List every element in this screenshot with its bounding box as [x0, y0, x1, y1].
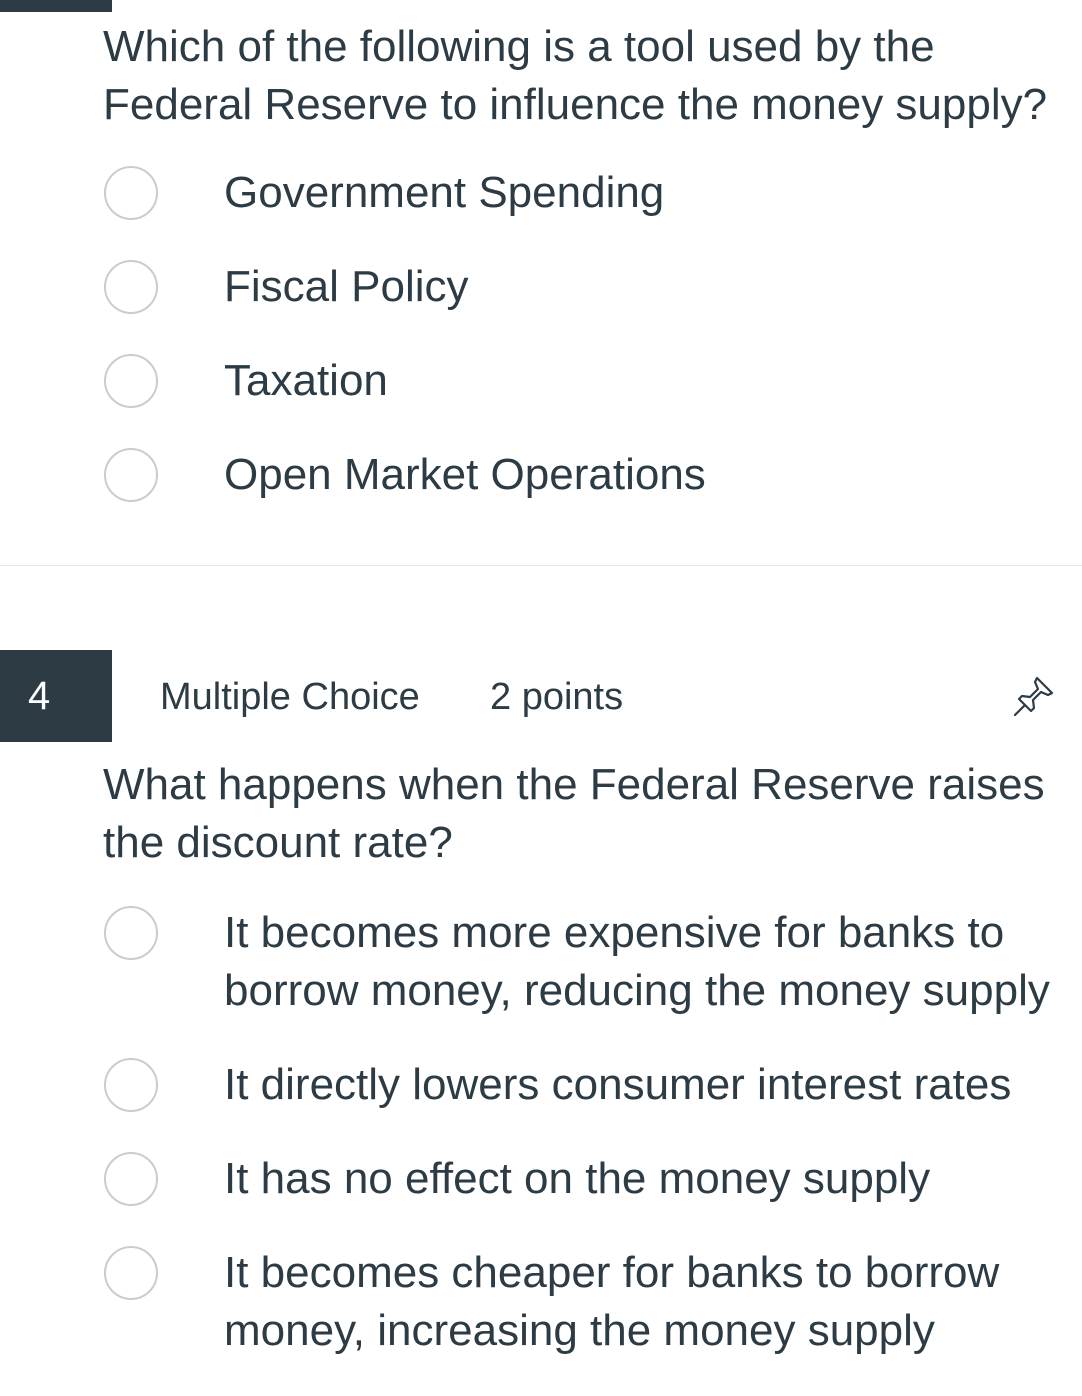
question-text: Which of the following is a tool used by… — [103, 22, 1048, 129]
question-type: Multiple Choice — [160, 676, 420, 718]
question-header: 4 Multiple Choice 2 points — [0, 650, 1082, 742]
answer-option[interactable]: Fiscal Policy — [0, 258, 1082, 316]
answer-label: Government Spending — [224, 168, 665, 217]
radio-button[interactable] — [104, 260, 158, 314]
radio-button[interactable] — [104, 1246, 158, 1300]
answer-label: It has no effect on the money supply — [224, 1154, 931, 1203]
question-points: 2 points — [490, 676, 624, 718]
answer-list: Government Spending Fiscal Policy Taxati… — [0, 164, 1082, 504]
answer-option[interactable]: Open Market Operations — [0, 446, 1082, 504]
question-3: Which of the following is a tool used by… — [0, 18, 1082, 540]
answer-option[interactable]: Taxation — [0, 352, 1082, 410]
previous-question-number-badge — [0, 0, 112, 12]
radio-button[interactable] — [104, 1058, 158, 1112]
answer-option[interactable]: Government Spending — [0, 164, 1082, 222]
answer-list: It becomes more expensive for banks to b… — [0, 904, 1082, 1360]
radio-button[interactable] — [104, 448, 158, 502]
pin-icon[interactable] — [1010, 674, 1056, 720]
question-text: What happens when the Federal Reserve ra… — [103, 760, 1045, 867]
answer-label: Taxation — [224, 356, 388, 405]
answer-option[interactable]: It has no effect on the money supply — [0, 1150, 1082, 1208]
answer-option[interactable]: It becomes more expensive for banks to b… — [0, 904, 1082, 1020]
radio-button[interactable] — [104, 906, 158, 960]
question-divider — [0, 565, 1082, 566]
answer-label: Fiscal Policy — [224, 262, 469, 311]
answer-label: It directly lowers consumer interest rat… — [224, 1060, 1012, 1109]
answer-label: It becomes cheaper for banks to borrow m… — [224, 1248, 1000, 1355]
radio-button[interactable] — [104, 354, 158, 408]
question-number-badge: 4 — [0, 650, 112, 742]
answer-option[interactable]: It becomes cheaper for banks to borrow m… — [0, 1244, 1082, 1360]
answer-label: It becomes more expensive for banks to b… — [224, 908, 1050, 1015]
radio-button[interactable] — [104, 1152, 158, 1206]
radio-button[interactable] — [104, 166, 158, 220]
question-4: 4 Multiple Choice 2 points What happens … — [0, 650, 1082, 1396]
answer-option[interactable]: It directly lowers consumer interest rat… — [0, 1056, 1082, 1114]
answer-label: Open Market Operations — [224, 450, 706, 499]
